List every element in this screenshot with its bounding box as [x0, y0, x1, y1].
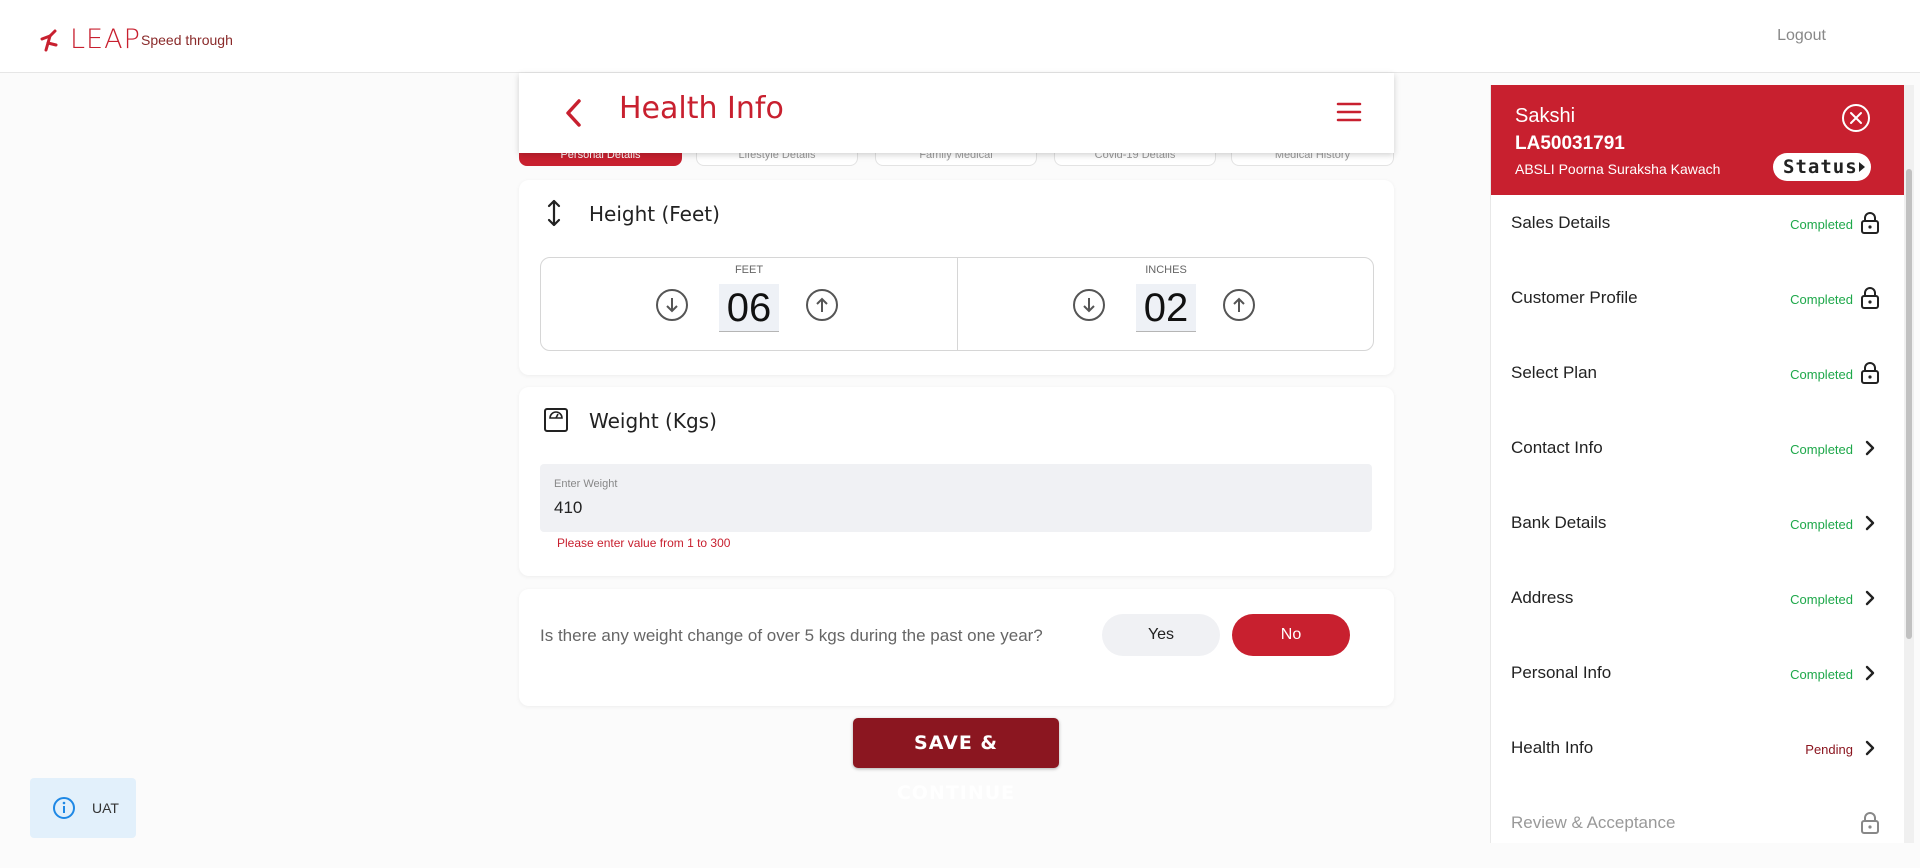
step-label: Contact Info [1511, 438, 1603, 457]
step-customer-profile[interactable]: Customer Profile Completed [1491, 270, 1908, 345]
step-label: Select Plan [1511, 363, 1597, 382]
weight-input-label: Enter Weight [554, 478, 618, 490]
info-icon [53, 797, 75, 819]
chevron-right-icon [1859, 736, 1881, 760]
weight-input[interactable]: Enter Weight 410 [540, 464, 1372, 532]
step-status: Pending [1805, 742, 1853, 757]
vertical-arrows-icon [547, 199, 561, 227]
chevron-right-icon [1859, 436, 1881, 460]
weight-error-message: Please enter value from 1 to 300 [557, 536, 731, 550]
step-label: Address [1511, 588, 1574, 607]
step-label: Personal Info [1511, 663, 1612, 682]
step-status: Completed [1790, 517, 1853, 532]
hamburger-menu-icon[interactable] [1336, 99, 1362, 125]
application-status-panel: Sakshi LA50031791 ABSLI Poorna Suraksha … [1490, 85, 1908, 843]
inches-label: INCHES [1145, 264, 1187, 276]
environment-label: UAT [92, 800, 119, 816]
step-contact-info[interactable]: Contact Info Completed [1491, 420, 1908, 495]
status-label: Status [1783, 156, 1858, 178]
step-select-plan[interactable]: Select Plan Completed [1491, 345, 1908, 420]
step-status: Completed [1790, 592, 1853, 607]
step-label: Review & Acceptance [1511, 813, 1676, 832]
save-continue-button[interactable]: SAVE & CONTINUE [853, 718, 1059, 804]
page-header: Health Info [519, 73, 1394, 153]
lock-icon [1859, 211, 1881, 235]
feet-increase-icon[interactable] [805, 288, 839, 322]
step-personal-info[interactable]: Personal Info Completed [1491, 645, 1908, 720]
weighing-scale-icon [544, 408, 568, 432]
weight-change-question: Is there any weight change of over 5 kgs… [540, 626, 1043, 645]
weight-title: Weight (Kgs) [589, 409, 717, 433]
close-icon[interactable] [1841, 103, 1871, 133]
chevron-right-icon [1859, 511, 1881, 535]
height-divider [957, 258, 958, 350]
feet-decrease-icon[interactable] [655, 288, 689, 322]
step-review-acceptance[interactable]: Review & Acceptance [1491, 795, 1908, 843]
step-bank-details[interactable]: Bank Details Completed [1491, 495, 1908, 570]
inches-increase-icon[interactable] [1222, 288, 1256, 322]
height-card: Height (Feet) FEET 06 INCHES 02 [519, 180, 1394, 375]
feet-label: FEET [734, 264, 764, 276]
step-status: Completed [1790, 292, 1853, 307]
weight-card: Weight (Kgs) Enter Weight 410 Please ent… [519, 387, 1394, 576]
step-status: Completed [1790, 367, 1853, 382]
application-id: LA50031791 [1515, 133, 1625, 154]
panel-scrollbar[interactable] [1904, 85, 1914, 843]
caret-right-icon [1859, 162, 1865, 172]
yes-button[interactable]: Yes [1102, 614, 1220, 656]
step-status: Completed [1790, 667, 1853, 682]
step-label: Sales Details [1511, 213, 1611, 232]
height-picker: FEET 06 INCHES 02 [540, 257, 1374, 351]
height-title: Height (Feet) [589, 202, 720, 226]
chevron-right-icon [1859, 661, 1881, 685]
lock-icon [1859, 361, 1881, 385]
logout-link[interactable]: Logout [1777, 27, 1826, 45]
weight-change-card: Is there any weight change of over 5 kgs… [519, 589, 1394, 706]
scrollbar-thumb[interactable] [1906, 169, 1912, 639]
step-label: Health Info [1511, 738, 1594, 757]
leap-logo[interactable]: LEAP [38, 24, 141, 55]
step-label: Customer Profile [1511, 288, 1638, 307]
step-label: Bank Details [1511, 513, 1607, 532]
panel-header: Sakshi LA50031791 ABSLI Poorna Suraksha … [1491, 85, 1908, 195]
step-health-info[interactable]: Health Info Pending [1491, 720, 1908, 795]
feet-value[interactable]: 06 [719, 284, 779, 332]
environment-badge[interactable]: UAT [30, 778, 136, 838]
step-status: Completed [1790, 442, 1853, 457]
step-address[interactable]: Address Completed [1491, 570, 1908, 645]
plan-name: ABSLI Poorna Suraksha Kawach [1515, 161, 1721, 177]
page-title: Health Info [619, 91, 784, 126]
inches-value[interactable]: 02 [1136, 284, 1196, 332]
customer-name: Sakshi [1515, 105, 1576, 127]
back-arrow-icon[interactable] [559, 95, 589, 131]
no-button[interactable]: No [1232, 614, 1350, 656]
inches-decrease-icon[interactable] [1072, 288, 1106, 322]
step-status: Completed [1790, 217, 1853, 232]
runner-logo-icon [40, 29, 58, 51]
lock-icon [1859, 286, 1881, 310]
status-button[interactable]: Status [1773, 153, 1871, 181]
brand-name: LEAP [70, 24, 141, 55]
top-bar: LEAP Speed through Logout [0, 0, 1920, 73]
chevron-right-icon [1859, 586, 1881, 610]
weight-input-value[interactable]: 410 [554, 498, 582, 518]
step-sales-details[interactable]: Sales Details Completed [1491, 195, 1908, 270]
brand-tagline: Speed through [141, 32, 233, 48]
lock-icon [1859, 811, 1881, 835]
